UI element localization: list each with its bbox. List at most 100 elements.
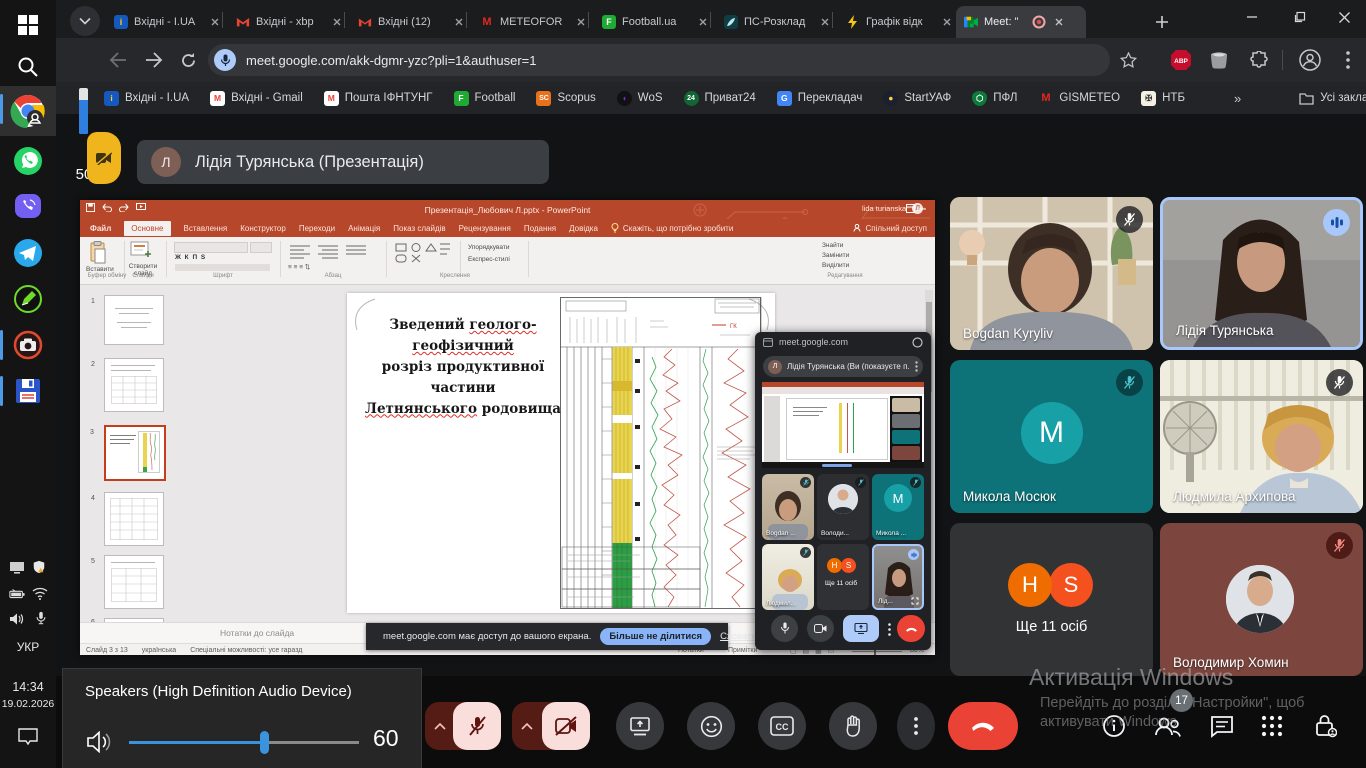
tab-close-icon[interactable] <box>208 15 222 29</box>
volume-speaker-icon[interactable] <box>87 731 111 753</box>
taskbar-whatsapp-button[interactable] <box>0 138 56 184</box>
taskbar-viber-button[interactable] <box>0 184 56 230</box>
present-screen-button[interactable] <box>616 702 664 750</box>
tab-inbox-iua[interactable]: i Вхідні - I.UA <box>106 6 228 38</box>
tile-volodymyr[interactable]: Володимир Хомин <box>1160 523 1363 676</box>
pip-mic-button[interactable] <box>771 615 798 642</box>
bookmark-translate[interactable]: GПерекладач <box>777 91 863 106</box>
pip-menu-icon[interactable] <box>915 361 918 372</box>
tray-display-icon[interactable] <box>9 561 25 575</box>
end-call-button[interactable] <box>948 702 1018 750</box>
tab-close-icon[interactable] <box>940 15 954 29</box>
taskbar-editor-button[interactable] <box>0 276 56 322</box>
bookmark-pfl[interactable]: ⬡ПФЛ <box>972 91 1017 106</box>
meet-pip-window[interactable]: meet.google.com Л Лідія Турянська (Ви (п… <box>755 332 931 650</box>
tab-hrafik[interactable]: Графік відк <box>838 6 960 38</box>
paste-button[interactable] <box>88 241 110 267</box>
taskbar-search-button[interactable] <box>0 44 56 90</box>
activities-button[interactable] <box>1258 712 1286 740</box>
bookmark-wos[interactable]: ◖WoS <box>617 91 663 106</box>
tab-close-icon[interactable] <box>574 15 588 29</box>
taskbar-chrome-button[interactable] <box>0 86 56 136</box>
slide-thumbnail-5[interactable]: 5 <box>104 555 164 609</box>
status-accessibility[interactable]: Спеціальні можливості: усе гаразд <box>190 647 302 654</box>
tab-search-button[interactable] <box>70 6 100 36</box>
tab-close-icon[interactable] <box>1052 15 1066 29</box>
forward-button[interactable] <box>140 46 168 74</box>
arrange-button[interactable]: Упорядкувати <box>468 244 509 251</box>
font-extra-buttons[interactable] <box>175 264 270 271</box>
shapes-gallery[interactable] <box>394 242 454 266</box>
bookmarks-overflow-button[interactable]: » <box>1234 91 1241 106</box>
new-slide-button[interactable] <box>130 241 152 261</box>
slide-title-text[interactable]: Зведений геолого-геофізичний розріз прод… <box>357 315 569 420</box>
reload-button[interactable] <box>174 46 202 74</box>
all-bookmarks-button[interactable]: Усі закладки <box>1299 92 1366 105</box>
bookmark-ifntung-mail[interactable]: MПошта ІФНТУНГ <box>324 91 433 106</box>
volume-slider[interactable] <box>129 741 359 744</box>
bookmark-iua[interactable]: iВхідні - I.UA <box>104 91 189 106</box>
tab-inbox-12[interactable]: Вхідні (12) <box>350 6 472 38</box>
ppt-tab-transitions[interactable]: Переходи <box>299 224 335 233</box>
ppt-minimize-button[interactable] <box>918 202 927 215</box>
bookmark-ntb[interactable]: ✠НТБ <box>1141 91 1185 106</box>
bookmark-gismeteo[interactable]: MGISMETEO <box>1038 91 1120 106</box>
tab-close-icon[interactable] <box>696 15 710 29</box>
tile-bogdan[interactable]: Bogdan Kyryliv <box>950 197 1153 350</box>
tile-liudmyla[interactable]: Людмила Архипова <box>1160 360 1363 513</box>
replace-button[interactable]: Замінити <box>822 252 849 259</box>
tray-microphone-icon[interactable] <box>33 611 49 625</box>
pip-end-call-button[interactable] <box>897 615 925 642</box>
stop-sharing-button[interactable]: Більше не ділитися <box>600 628 711 645</box>
taskbar-save-app-button[interactable] <box>0 368 56 414</box>
pip-screen-thumbnail[interactable] <box>762 382 924 468</box>
presentation-header-pill[interactable]: Л Лідія Турянська (Презентація) <box>137 140 549 184</box>
tray-wifi-icon[interactable] <box>32 586 48 600</box>
pip-circle-icon[interactable] <box>912 337 923 348</box>
tray-clock-time[interactable]: 14:34 <box>0 680 56 694</box>
ppt-tab-help[interactable]: Довідка <box>569 224 598 233</box>
find-button[interactable]: Знайти <box>822 242 843 249</box>
tab-close-icon[interactable] <box>330 15 344 29</box>
action-center-icon[interactable] <box>18 728 38 746</box>
tab-close-icon[interactable] <box>818 15 832 29</box>
ppt-tab-insert[interactable]: Вставлення <box>184 224 228 233</box>
zoom-slider[interactable] <box>852 651 902 652</box>
expand-icon[interactable] <box>911 597 919 605</box>
pip-tile-lidiia-speaking[interactable]: Лід... <box>872 544 924 610</box>
ppt-tab-slideshow[interactable]: Показ слайдів <box>393 224 445 233</box>
pip-camera-button[interactable] <box>807 615 834 642</box>
status-language[interactable]: українська <box>142 647 176 654</box>
tray-language[interactable]: УКР <box>0 640 56 654</box>
volume-slider-thumb[interactable] <box>260 731 269 754</box>
raise-hand-button[interactable] <box>829 702 877 750</box>
bookmark-startuaf[interactable]: ●StartУАФ <box>883 91 951 106</box>
ppt-tab-review[interactable]: Рецензування <box>459 224 511 233</box>
bookmark-scopus[interactable]: SCScopus <box>536 91 595 106</box>
slide-thumbnail-3-selected[interactable]: 3 <box>104 425 166 481</box>
tab-football[interactable]: F Football.ua <box>594 6 716 38</box>
reactions-button[interactable] <box>687 702 735 750</box>
cup-extension-icon[interactable] <box>1206 47 1232 73</box>
pip-tile-liudmyla[interactable]: Людмил... <box>762 544 814 610</box>
window-close-button[interactable] <box>1322 0 1366 34</box>
ppt-tab-animations[interactable]: Анімація <box>348 224 380 233</box>
slide-thumbnail-1[interactable]: 1 <box>104 295 164 345</box>
status-comments-button[interactable]: Примітки <box>728 647 757 654</box>
adblock-extension-icon[interactable]: ABP <box>1168 47 1194 73</box>
pip-tile-bogdan[interactable]: Bogdan ... <box>762 474 814 540</box>
pip-present-button-active[interactable] <box>843 615 879 642</box>
tab-close-icon[interactable] <box>452 15 466 29</box>
pip-tile-others[interactable]: H S Ще 11 осіб <box>817 544 869 610</box>
pip-presenter-pill[interactable]: Л Лідія Турянська (Ви (показуєте п... <box>763 356 923 377</box>
ppt-share-button[interactable]: Спільний доступ <box>853 224 927 233</box>
mic-options-chevron-icon[interactable] <box>434 722 446 730</box>
chat-button[interactable] <box>1208 712 1236 740</box>
pip-more-button[interactable] <box>883 618 895 640</box>
ppt-tab-view[interactable]: Подання <box>524 224 556 233</box>
bookmark-gmail[interactable]: MВхідні - Gmail <box>210 91 303 106</box>
window-maximize-button[interactable] <box>1278 0 1322 34</box>
hide-share-bar-link[interactable]: Сховати <box>720 631 756 642</box>
mic-muted-button[interactable] <box>453 702 501 750</box>
ppt-tab-design[interactable]: Конструктор <box>240 224 286 233</box>
